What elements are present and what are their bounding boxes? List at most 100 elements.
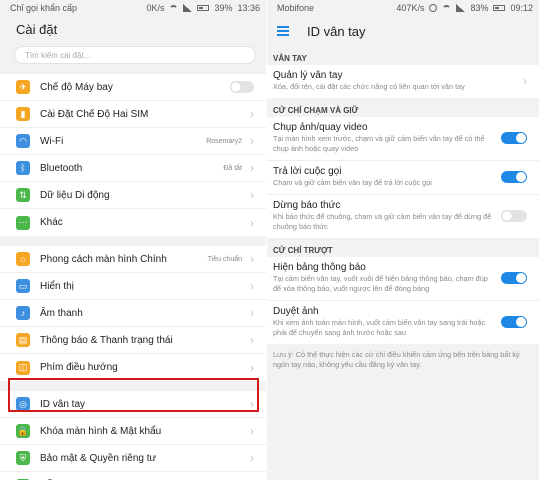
airplane-mode-toggle[interactable]	[230, 81, 254, 93]
speed-text: 0K/s	[146, 3, 165, 13]
wifi-icon: ◠	[16, 134, 30, 148]
fingerprint-option[interactable]: Quản lý vân tay Xóa, đổi tên, cài đặt các…	[267, 65, 539, 98]
settings-item-label: Cài Đặt Chế Độ Hai SIM	[40, 108, 149, 120]
chevron-right-icon: ›	[250, 252, 254, 266]
settings-item-label: Bluetooth	[40, 162, 83, 174]
option-description: Chạm và giữ cảm biến vân tay để trả lời …	[273, 178, 432, 187]
option-toggle[interactable]	[501, 131, 527, 144]
fingerprint-icon: ◎	[16, 397, 30, 411]
settings-item[interactable]: ⌂ Phong cách màn hình Chính Tiêu chuẩn ›	[0, 246, 266, 273]
fingerprint-settings-panel: Mobifone 407K/s 83% 09:12 ID vân tay VÂN…	[267, 0, 539, 480]
chevron-right-icon: ›	[250, 107, 254, 121]
status-bar-right: Mobifone 407K/s 83% 09:12	[267, 0, 539, 16]
chevron-right-icon: ›	[250, 161, 254, 175]
signal-icon	[456, 4, 466, 12]
signal-icon	[183, 4, 193, 12]
fingerprint-option[interactable]: Trả lời cuộc gọi Chạm và giữ cảm biến vân…	[267, 161, 539, 195]
option-title: Hiện bảng thông báo	[273, 262, 366, 273]
settings-panel: Chỉ gọi khẩn cấp 0K/s 39% 13:36 Cài đặt …	[0, 0, 266, 480]
option-title: Chụp ảnh/quay video	[273, 122, 368, 133]
settings-item[interactable]: ⇅ Dữ liệu Di động ›	[0, 182, 266, 209]
menu-icon[interactable]	[277, 26, 289, 36]
settings-item[interactable]: 🔒 Khóa màn hình & Mật khẩu ›	[0, 418, 266, 445]
chevron-right-icon: ›	[250, 424, 254, 438]
settings-item-label: Wi-Fi	[40, 135, 64, 147]
more-icon: ⋯	[16, 215, 30, 230]
bluetooth-icon: ᛒ	[16, 161, 30, 175]
mobile-data-icon: ⇅	[16, 188, 30, 202]
search-input[interactable]: Tìm kiếm cài đặt...	[14, 46, 256, 64]
sim-icon: ▮	[16, 107, 30, 121]
chevron-right-icon: ›	[250, 397, 254, 411]
option-toggle[interactable]	[501, 315, 527, 328]
speed-text: 407K/s	[396, 3, 425, 13]
settings-item-label: ID vân tay	[40, 398, 86, 410]
option-description: Tại cảm biến vân tay, vuốt xuôi để hiện …	[273, 274, 488, 293]
fingerprint-option[interactable]: Dừng báo thức Khi báo thức để chuông, chạ…	[267, 195, 539, 238]
section-header: CỬ CHỈ CHẠM VÀ GIỮ	[273, 106, 359, 115]
settings-group: ✈ Chế độ Máy bay ▮ Cài Đặt Chế Độ Hai SIM › ◠…	[0, 74, 266, 236]
option-text: Dừng báo thức Khi báo thức để chuông, chạ…	[273, 199, 495, 232]
airplane-icon: ✈	[16, 80, 30, 94]
settings-item[interactable]: ⋯ Khác ›	[0, 209, 266, 236]
section-header: VÂN TAY	[273, 54, 307, 63]
settings-item[interactable]: ◠ Wi-Fi Rosemary2 ›	[0, 128, 266, 155]
battery-percent: 83%	[470, 3, 489, 13]
option-title: Duyệt ảnh	[273, 306, 319, 317]
option-text: Chụp ảnh/quay video Tại màn hình xem trướ…	[273, 121, 495, 154]
display-icon: ▭	[16, 279, 30, 293]
chevron-right-icon: ›	[250, 215, 254, 230]
section-group: Hiện bảng thông báo Tại cảm biến vân tay,…	[267, 257, 539, 344]
settings-item-label: Khác	[40, 217, 63, 228]
option-toggle[interactable]	[501, 209, 527, 222]
settings-item-label: Phong cách màn hình Chính	[40, 253, 167, 265]
page-title: ID vân tay	[307, 23, 366, 39]
settings-item[interactable]: ▮ Cài Đặt Chế Độ Hai SIM ›	[0, 101, 266, 128]
chevron-right-icon: ›	[250, 134, 254, 148]
option-toggle[interactable]	[501, 170, 527, 183]
chevron-right-icon: ›	[250, 188, 254, 202]
settings-item[interactable]: ✈ Chế độ Máy bay	[0, 74, 266, 101]
settings-item[interactable]: ◫ Phím điều hướng ›	[0, 354, 266, 381]
fingerprint-option[interactable]: Hiện bảng thông báo Tại cảm biến vân tay,…	[267, 257, 539, 301]
fingerprint-option[interactable]: Duyệt ảnh Khi xem ảnh toàn màn hình, vuốt…	[267, 301, 539, 344]
option-text: Trả lời cuộc gọi Chạm và giữ cảm biến vân…	[273, 165, 495, 188]
fingerprint-option[interactable]: Chụp ảnh/quay video Tại màn hình xem trướ…	[267, 117, 539, 161]
settings-item-value: Tiêu chuẩn	[207, 255, 242, 263]
status-bar-left: Chỉ gọi khẩn cấp 0K/s 39% 13:36	[0, 0, 266, 16]
note-text: Lưu ý: Có thể thực hiện các cử chỉ điều …	[273, 350, 520, 369]
battery-icon	[197, 5, 210, 11]
option-description: Khi báo thức để chuông, chạm và giữ cảm …	[273, 212, 492, 231]
settings-item[interactable]: ᛒ Bluetooth Đã tắt ›	[0, 155, 266, 182]
settings-item[interactable]: ▤ Thông báo & Thanh trạng thái ›	[0, 327, 266, 354]
settings-item[interactable]: ✋Hỗ trợ thông minh›	[0, 472, 266, 480]
chevron-right-icon: ›	[250, 360, 254, 375]
battery-percent: 39%	[214, 3, 233, 13]
settings-item-label: Bảo mật & Quyền riêng tư	[40, 452, 157, 464]
home-style-icon: ⌂	[16, 252, 30, 266]
battery-icon	[493, 5, 506, 11]
lock-icon: 🔒	[16, 424, 30, 438]
settings-item-label: Chế độ Máy bay	[40, 81, 113, 93]
option-toggle[interactable]	[501, 271, 527, 284]
option-text: Hiện bảng thông báo Tại cảm biến vân tay,…	[273, 261, 495, 294]
wifi-status-icon	[169, 4, 179, 12]
settings-item-value: Rosemary2	[206, 137, 242, 145]
section-group: Chụp ảnh/quay video Tại màn hình xem trướ…	[267, 117, 539, 238]
settings-item-label: Phím điều hướng	[40, 362, 118, 373]
settings-item[interactable]: ▭ Hiển thị ›	[0, 273, 266, 300]
app-bar: ID vân tay	[267, 16, 539, 46]
settings-item[interactable]: ♪ Âm thanh ›	[0, 300, 266, 327]
section-group: Quản lý vân tay Xóa, đổi tên, cài đặt các…	[267, 65, 539, 98]
clock-text: 13:36	[237, 3, 260, 13]
section-header: CỬ CHỈ TRƯỢT	[273, 246, 333, 255]
settings-item[interactable]: ⛨ Bảo mật & Quyền riêng tư ›	[0, 445, 266, 472]
carrier-text: Mobifone	[277, 3, 315, 13]
chevron-right-icon: ›	[250, 279, 254, 293]
shield-icon: ⛨	[16, 451, 30, 465]
option-text: Quản lý vân tay Xóa, đổi tên, cài đặt các…	[273, 69, 517, 92]
settings-item[interactable]: ◎ ID vân tay ›	[0, 391, 266, 418]
settings-item-label: Thông báo & Thanh trạng thái	[40, 334, 173, 346]
settings-item-label: Hiển thị	[40, 280, 74, 292]
settings-item-label: Khóa màn hình & Mật khẩu	[40, 425, 162, 437]
